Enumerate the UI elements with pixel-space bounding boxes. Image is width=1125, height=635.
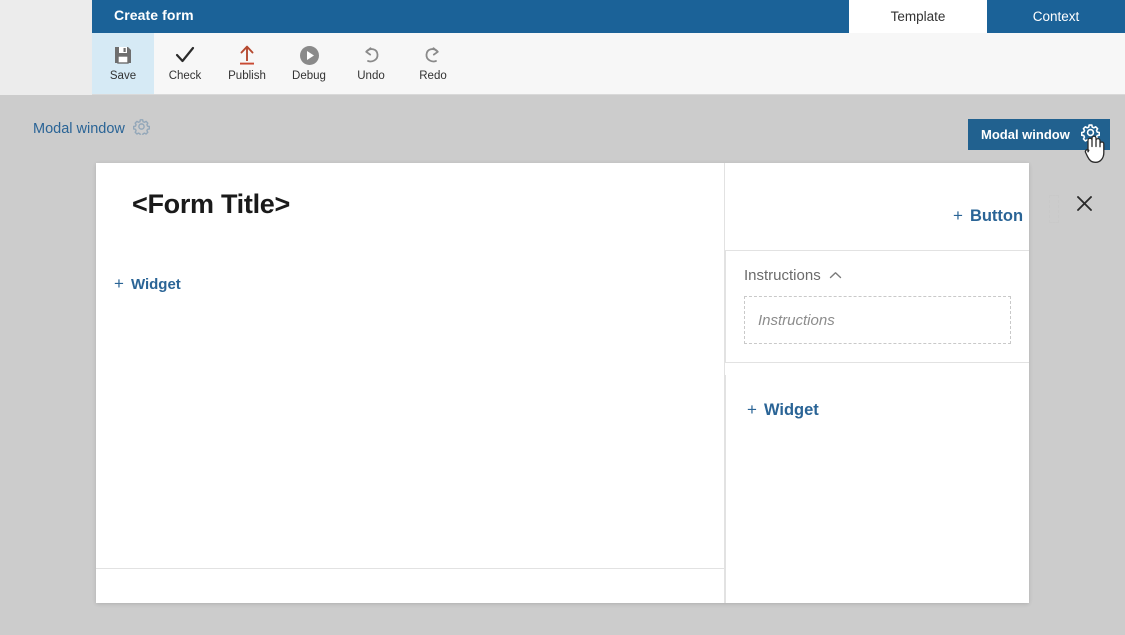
toolbar-button-publish-label: Publish xyxy=(228,70,266,83)
instructions-panel: Instructions Instructions xyxy=(725,250,1029,363)
app-root: Create form Template Context Save Check … xyxy=(0,0,1125,635)
gear-icon[interactable] xyxy=(1080,123,1100,147)
add-widget-side-link[interactable]: + Widget xyxy=(747,401,819,420)
add-button-label: Button xyxy=(969,207,1024,225)
modal-footer-divider xyxy=(96,568,724,569)
instructions-section-header[interactable]: Instructions xyxy=(744,267,1011,284)
tab-bar: Template Context xyxy=(849,0,1125,33)
modal-header-actions: + Button xyxy=(821,163,1125,250)
toolbar-button-check[interactable]: Check xyxy=(154,33,216,94)
top-strip: Create form Template Context xyxy=(0,0,1125,33)
toolbar: Save Check Publish Debug Undo Redo xyxy=(92,33,1125,95)
floppy-disk-icon xyxy=(113,44,133,66)
chevron-up-icon[interactable] xyxy=(829,267,842,284)
instructions-placeholder: Instructions xyxy=(758,311,835,329)
tab-context[interactable]: Context xyxy=(987,0,1125,33)
selected-component-tag-label: Modal window xyxy=(981,127,1070,142)
plus-icon: + xyxy=(953,206,963,225)
modal-main-area: <Form Title> + Widget xyxy=(96,163,725,603)
close-button[interactable] xyxy=(1071,193,1097,219)
toolbar-strip: Save Check Publish Debug Undo Redo xyxy=(0,33,1125,95)
toolbar-button-debug[interactable]: Debug xyxy=(278,33,340,94)
tab-template-label: Template xyxy=(890,9,946,24)
upload-arrow-icon xyxy=(237,44,257,66)
form-title[interactable]: <Form Title> xyxy=(132,189,290,220)
add-widget-side-label: Widget xyxy=(763,401,819,419)
toolbar-button-redo-label: Redo xyxy=(419,70,447,83)
checkmark-icon xyxy=(174,44,196,66)
add-widget-main-label: Widget xyxy=(130,276,181,293)
window-title-bar: Create form Template Context xyxy=(92,0,1125,33)
empty-drop-slot[interactable] xyxy=(1049,195,1059,223)
toolbar-button-debug-label: Debug xyxy=(292,70,326,83)
play-circle-icon xyxy=(299,44,320,66)
modal-side-widget-area: + Widget xyxy=(725,375,1029,603)
add-button-link[interactable]: + Button xyxy=(953,207,1023,226)
toolbar-button-undo[interactable]: Undo xyxy=(340,33,402,94)
toolbar-button-save[interactable]: Save xyxy=(92,33,154,94)
toolbar-button-check-label: Check xyxy=(168,70,202,83)
toolbar-button-save-label: Save xyxy=(109,70,137,83)
gear-icon[interactable] xyxy=(132,118,150,140)
selected-component-tag[interactable]: Modal window xyxy=(968,119,1110,150)
instructions-heading: Instructions xyxy=(744,267,821,284)
tab-template[interactable]: Template xyxy=(849,0,987,33)
form-modal-dialog: <Form Title> + Widget Instructions Instr… xyxy=(96,163,1092,603)
tab-context-label: Context xyxy=(1032,9,1080,24)
toolbar-button-redo[interactable]: Redo xyxy=(402,33,464,94)
redo-arrow-icon xyxy=(423,44,443,66)
window-title: Create form xyxy=(114,7,194,23)
add-widget-main-link[interactable]: + Widget xyxy=(114,274,181,293)
canvas-component-label[interactable]: Modal window xyxy=(33,118,150,140)
instructions-input[interactable]: Instructions xyxy=(744,296,1011,344)
canvas-component-label-text: Modal window xyxy=(33,121,125,137)
toolbar-button-undo-label: Undo xyxy=(357,70,385,83)
close-icon xyxy=(1076,195,1093,217)
plus-icon: + xyxy=(114,274,124,293)
toolbar-button-publish[interactable]: Publish xyxy=(216,33,278,94)
undo-arrow-icon xyxy=(361,44,381,66)
plus-icon: + xyxy=(747,400,757,419)
